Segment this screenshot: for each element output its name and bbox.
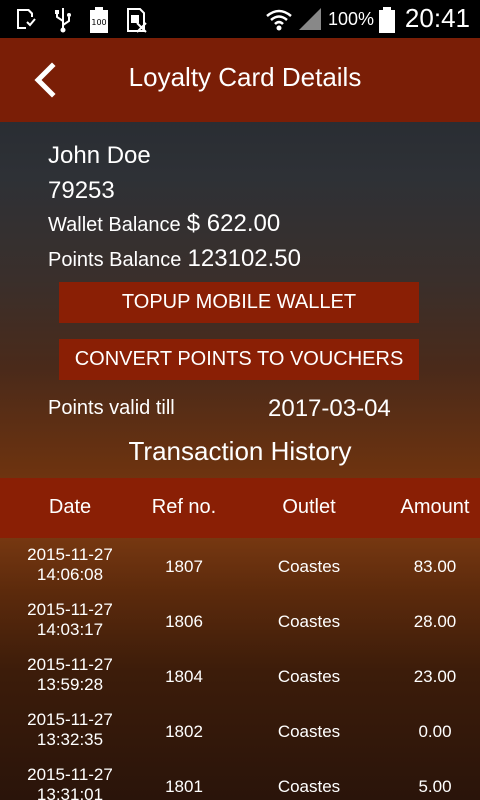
column-date: Date bbox=[48, 496, 92, 518]
points-valid-date: 2017-03-04 bbox=[268, 395, 391, 422]
row-date: 2015-11-27 13:59:28 bbox=[10, 655, 130, 695]
topup-wallet-button[interactable]: TOPUP MOBILE WALLET bbox=[59, 282, 419, 323]
row-amount: 28.00 bbox=[413, 612, 457, 631]
row-amount: 0.00 bbox=[418, 722, 452, 741]
page-title: Loyalty Card Details bbox=[128, 62, 362, 92]
app-screen: 100 100% 20:41 Loyalty Card Details John… bbox=[0, 0, 480, 800]
svg-text:100: 100 bbox=[91, 18, 106, 27]
column-ref: Ref no. bbox=[151, 496, 217, 518]
points-balance-row: Points Balance 123102.50 bbox=[48, 245, 301, 273]
column-amount: Amount bbox=[400, 496, 470, 518]
wallet-balance-label: Wallet Balance bbox=[48, 214, 181, 236]
row-date-day: 2015-11-27 bbox=[27, 600, 113, 619]
row-outlet: Coastes bbox=[277, 667, 341, 686]
row-amount: 83.00 bbox=[413, 557, 457, 576]
row-outlet: Coastes bbox=[277, 777, 341, 796]
battery-100-icon: 100 bbox=[90, 7, 108, 33]
battery-icon bbox=[379, 7, 395, 33]
table-row[interactable]: 2015-11-27 13:32:35 1802 Coastes 0.00 bbox=[0, 705, 480, 760]
no-sim-icon bbox=[127, 8, 147, 33]
wallet-balance-row: Wallet Balance $ 622.00 bbox=[48, 210, 280, 238]
row-date-time: 14:03:17 bbox=[36, 620, 104, 639]
row-date-day: 2015-11-27 bbox=[27, 655, 113, 674]
table-row[interactable]: 2015-11-27 14:06:08 1807 Coastes 83.00 bbox=[0, 540, 480, 595]
row-date: 2015-11-27 14:06:08 bbox=[10, 545, 130, 585]
row-ref: 1802 bbox=[165, 722, 203, 741]
row-outlet: Coastes bbox=[277, 722, 341, 741]
row-date-time: 13:31:01 bbox=[36, 785, 104, 800]
status-bar: 100 100% 20:41 bbox=[0, 0, 480, 38]
row-date-time: 13:32:35 bbox=[36, 730, 104, 749]
transaction-table-header: Date Ref no. Outlet Amount bbox=[0, 478, 480, 538]
row-ref: 1807 bbox=[165, 557, 203, 576]
row-date-day: 2015-11-27 bbox=[27, 545, 113, 564]
customer-name: John Doe bbox=[48, 142, 151, 169]
card-number: 79253 bbox=[48, 177, 115, 204]
row-amount: 5.00 bbox=[418, 777, 452, 796]
transaction-history-title: Transaction History bbox=[128, 436, 352, 466]
row-date: 2015-11-27 14:03:17 bbox=[10, 600, 130, 640]
row-ref: 1804 bbox=[165, 667, 203, 686]
table-row[interactable]: 2015-11-27 14:03:17 1806 Coastes 28.00 bbox=[0, 595, 480, 650]
usb-icon bbox=[55, 8, 71, 33]
signal-icon bbox=[299, 8, 321, 30]
row-date-day: 2015-11-27 bbox=[27, 765, 113, 784]
row-ref: 1806 bbox=[165, 612, 203, 631]
row-date-time: 14:06:08 bbox=[36, 565, 104, 584]
column-outlet: Outlet bbox=[282, 496, 336, 518]
wallet-balance-value: $ 622.00 bbox=[186, 210, 281, 237]
battery-percent: 100% bbox=[327, 9, 374, 29]
row-date: 2015-11-27 13:31:01 bbox=[10, 765, 130, 800]
app-header: Loyalty Card Details bbox=[0, 38, 480, 122]
convert-points-button[interactable]: CONVERT POINTS TO VOUCHERS bbox=[59, 339, 419, 380]
row-outlet: Coastes bbox=[277, 612, 341, 631]
wifi-icon bbox=[266, 9, 292, 31]
sd-card-icon bbox=[17, 9, 36, 29]
points-valid-label: Points valid till bbox=[48, 397, 175, 419]
row-ref: 1801 bbox=[165, 777, 203, 796]
row-date-day: 2015-11-27 bbox=[27, 710, 113, 729]
points-balance-label: Points Balance bbox=[48, 249, 182, 271]
row-date: 2015-11-27 13:32:35 bbox=[10, 710, 130, 750]
table-row[interactable]: 2015-11-27 13:31:01 1801 Coastes 5.00 bbox=[0, 760, 480, 800]
row-date-time: 13:59:28 bbox=[36, 675, 104, 694]
row-outlet: Coastes bbox=[277, 557, 341, 576]
row-amount: 23.00 bbox=[413, 667, 457, 686]
points-balance-value: 123102.50 bbox=[187, 245, 301, 272]
table-row[interactable]: 2015-11-27 13:59:28 1804 Coastes 23.00 bbox=[0, 650, 480, 705]
clock: 20:41 bbox=[404, 3, 470, 33]
